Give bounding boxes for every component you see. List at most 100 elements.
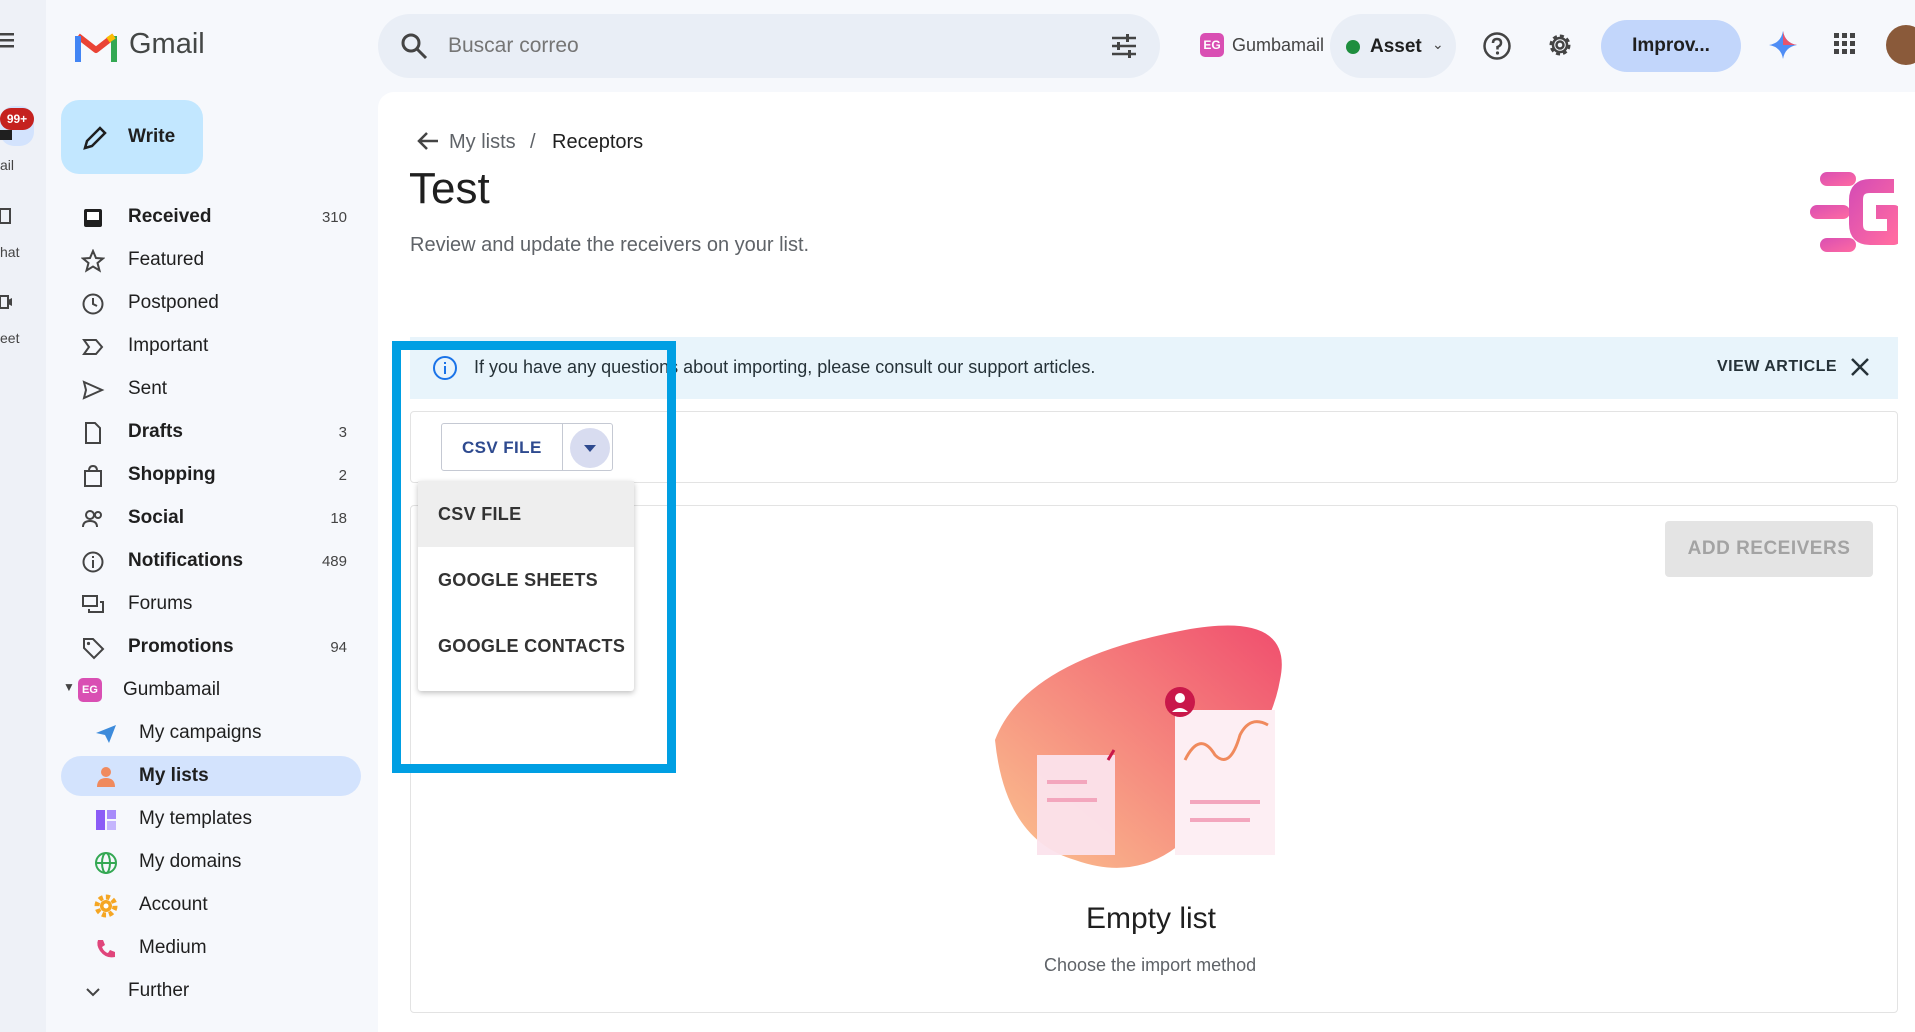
- back-arrow-icon[interactable]: [416, 128, 442, 154]
- nav-label: Drafts: [128, 421, 183, 442]
- compose-button[interactable]: Write: [61, 100, 203, 174]
- inbox-icon: [84, 209, 102, 227]
- meet-icon[interactable]: [0, 294, 12, 312]
- view-article-link[interactable]: VIEW ARTICLE: [1717, 358, 1837, 376]
- send-icon: [82, 380, 105, 400]
- nav-group-gumbamail[interactable]: ▼ EG Gumbamail: [61, 670, 361, 710]
- paper-plane-icon: [96, 725, 116, 743]
- nav-item-my-domains[interactable]: My domains: [61, 842, 361, 882]
- chat-icon[interactable]: [0, 208, 12, 226]
- rail-label-chat: hat: [0, 244, 20, 260]
- nav-count: 3: [338, 424, 347, 441]
- search-input[interactable]: [448, 34, 1048, 58]
- nav-label: Important: [128, 335, 209, 356]
- nav-item-important[interactable]: Important: [61, 326, 361, 366]
- nav-item-further[interactable]: Further: [61, 971, 361, 1011]
- nav-item-social[interactable]: Social 18: [61, 498, 361, 538]
- account-avatar[interactable]: [1886, 25, 1915, 65]
- chevron-down-icon: ⌄: [1432, 36, 1444, 52]
- nav-label: My campaigns: [139, 722, 262, 743]
- status-dot-icon: [1346, 40, 1360, 54]
- nav-item-medium[interactable]: Medium: [61, 928, 361, 968]
- star-icon: [81, 249, 105, 273]
- nav-label: Notifications: [128, 550, 244, 571]
- gumbamail-addon-icon[interactable]: EG: [1200, 33, 1224, 57]
- app-rail: 99+ ail hat eet: [0, 0, 46, 1032]
- gemini-sparkle-icon[interactable]: [1768, 30, 1798, 60]
- info-icon: [82, 551, 104, 573]
- breadcrumb-separator: /: [530, 131, 536, 153]
- nav-item-postponed[interactable]: Postponed: [61, 283, 361, 323]
- gear-icon: [94, 894, 118, 918]
- settings-gear-icon[interactable]: [1545, 30, 1575, 60]
- nav-item-shopping[interactable]: Shopping 2: [61, 455, 361, 495]
- important-icon: [82, 339, 104, 355]
- nav-label: Postponed: [128, 292, 219, 313]
- globe-icon: [95, 852, 117, 874]
- chevron-down-icon: [86, 988, 100, 997]
- nav-label: Further: [128, 980, 190, 1001]
- nav-label: Gumbamail: [123, 679, 221, 700]
- gumbamail-icon: EG: [78, 678, 102, 702]
- page-subtitle: Review and update the receivers on your …: [410, 234, 810, 256]
- nav-count: 18: [330, 510, 347, 527]
- forum-icon: [82, 595, 104, 613]
- gumbamail-addon-label[interactable]: Gumbamail: [1232, 35, 1324, 56]
- nav-label: Medium: [139, 937, 207, 958]
- gmail-logo-icon[interactable]: [75, 30, 117, 64]
- nav-item-drafts[interactable]: Drafts 3: [61, 412, 361, 452]
- template-icon: [96, 810, 116, 830]
- app-name: Gmail: [129, 28, 205, 60]
- nav-item-promotions[interactable]: Promotions 94: [61, 627, 361, 667]
- rail-label-mail: ail: [0, 157, 15, 173]
- phone-icon: [97, 940, 115, 958]
- nav-item-account[interactable]: Account: [61, 885, 361, 925]
- nav-item-received[interactable]: Received 310: [61, 197, 361, 237]
- nav-label: Shopping: [128, 464, 216, 485]
- improve-button[interactable]: Improv...: [1601, 20, 1741, 72]
- unread-badge: 99+: [0, 108, 34, 130]
- nav-item-sent[interactable]: Sent: [61, 369, 361, 409]
- nav-item-my-campaigns[interactable]: My campaigns: [61, 713, 361, 753]
- search-options-icon[interactable]: [1110, 33, 1138, 59]
- nav-item-featured[interactable]: Featured: [61, 240, 361, 280]
- empty-state-subtitle: Choose the import method: [1044, 955, 1257, 975]
- nav-count: 489: [321, 553, 347, 570]
- nav-count: 2: [338, 467, 347, 484]
- nav-label: Sent: [128, 378, 168, 399]
- nav-item-my-templates[interactable]: My templates: [61, 799, 361, 839]
- search-icon[interactable]: [400, 32, 428, 60]
- close-icon[interactable]: [1848, 355, 1872, 379]
- hamburger-menu-icon[interactable]: [0, 30, 18, 50]
- nav-label: Forums: [128, 593, 193, 614]
- nav-item-my-lists[interactable]: My lists: [61, 756, 361, 796]
- nav-label: My domains: [139, 851, 242, 872]
- nav-label: Received: [128, 206, 212, 227]
- shopping-icon: [84, 464, 102, 487]
- nav-label: My lists: [139, 765, 209, 786]
- person-icon: [97, 767, 115, 787]
- help-icon[interactable]: [1482, 31, 1512, 61]
- nav-label: Promotions: [128, 636, 234, 657]
- apps-grid-icon[interactable]: [1833, 32, 1857, 56]
- pencil-icon: [83, 126, 107, 150]
- highlight-frame: [392, 341, 676, 773]
- nav-label: Social: [128, 507, 184, 528]
- nav-label: My templates: [139, 808, 252, 829]
- nav-label: Featured: [128, 249, 205, 270]
- caret-down-icon: ▼: [63, 680, 75, 694]
- compose-label: Write: [128, 126, 176, 147]
- nav-count: 94: [330, 639, 347, 656]
- add-receivers-button[interactable]: ADD RECEIVERS: [1665, 521, 1873, 577]
- search-bar[interactable]: [378, 14, 1160, 78]
- breadcrumb-parent-link[interactable]: My lists: [449, 131, 516, 154]
- mail-icon: [0, 130, 12, 140]
- empty-list-illustration: [995, 625, 1282, 868]
- rail-label-meet: eet: [0, 330, 20, 346]
- nav-item-notifications[interactable]: Notifications 489: [61, 541, 361, 581]
- nav-item-forums[interactable]: Forums: [61, 584, 361, 624]
- people-icon: [82, 510, 102, 528]
- nav-count: 310: [321, 209, 347, 226]
- status-selector[interactable]: Asset ⌄: [1330, 14, 1456, 78]
- gumbamail-logo-icon: [1810, 172, 1898, 252]
